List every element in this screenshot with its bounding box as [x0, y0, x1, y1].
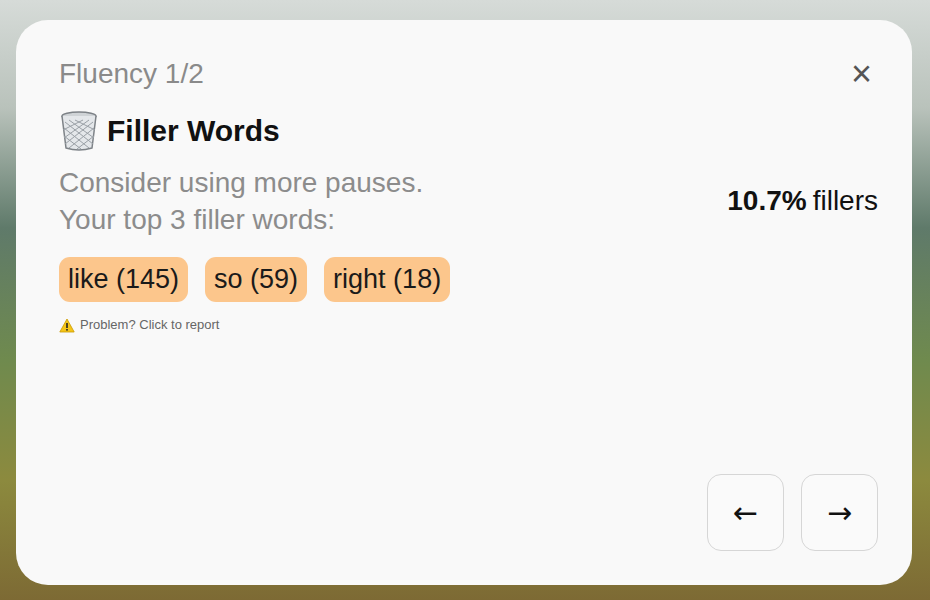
background-photo: Fluency 1/2 × Filler Words Consider usin… [0, 0, 930, 600]
filler-word-chip: like (145) [59, 257, 188, 302]
ratio-label: fillers [813, 185, 878, 216]
close-button[interactable]: × [845, 56, 878, 92]
hint-text: Consider using more pauses.Your top 3 fi… [59, 164, 423, 238]
section-label: Fluency 1/2 [59, 56, 204, 92]
feedback-card: Fluency 1/2 × Filler Words Consider usin… [16, 20, 912, 585]
hint-line: Your top 3 filler words: [59, 201, 423, 238]
next-button[interactable]: → [801, 474, 878, 551]
wastebasket-icon [59, 110, 99, 152]
warning-icon [59, 318, 75, 333]
report-label[interactable]: Problem? Click to report [80, 316, 219, 334]
filler-word-chip: so (59) [205, 257, 307, 302]
ratio-value: 10.7% [727, 185, 806, 216]
pager: ←→ [59, 474, 878, 551]
previous-button[interactable]: ← [707, 474, 784, 551]
filler-ratio: 10.7%fillers [727, 183, 878, 219]
report-link[interactable]: Problem? Click to report [59, 316, 878, 334]
filler-word-chip: right (18) [324, 257, 450, 302]
filler-word-list: like (145) so (59) right (18) [59, 257, 878, 302]
hint-line: Consider using more pauses. [59, 164, 423, 201]
card-title: Filler Words [107, 112, 280, 150]
